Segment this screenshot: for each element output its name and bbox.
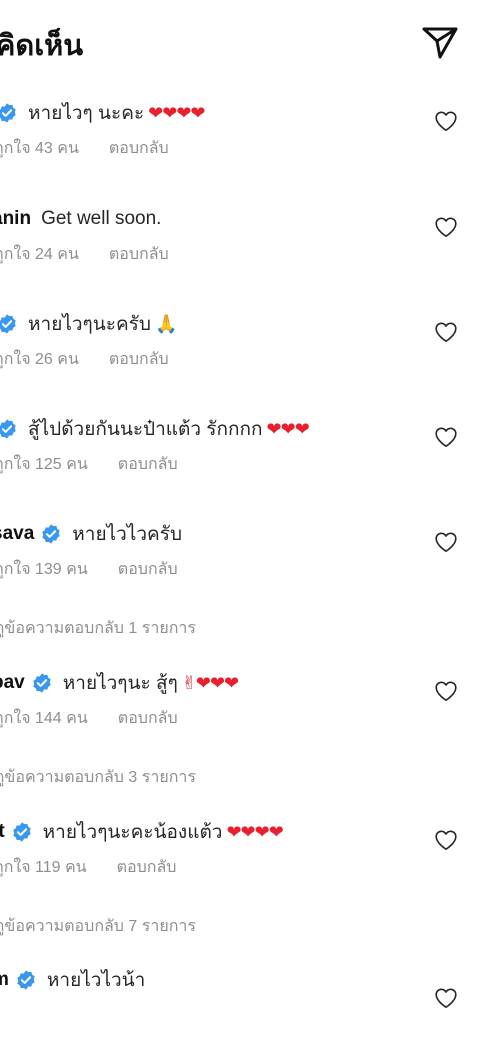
- comment-item: anin Get well soon. ถูกใจ 24 คน ตอบกลับ: [0, 204, 483, 284]
- comment-line: หายไวๆนะครับ 🙏: [0, 309, 177, 339]
- verified-badge-icon: [0, 418, 18, 440]
- like-heart-icon[interactable]: [434, 426, 458, 448]
- comments-header: คิดเห็น: [0, 0, 483, 86]
- comment-text: สู้ไปด้วยกันนะป๋าแต้ว รักกกก: [28, 419, 263, 440]
- comment-item: m หายไวไวน้า: [0, 965, 483, 1045]
- like-count[interactable]: ถูกใจ 119 คน: [0, 855, 87, 880]
- verified-badge-icon: [15, 969, 37, 991]
- comment-username[interactable]: anin: [0, 208, 31, 230]
- comment-emoji: ❤❤❤❤: [148, 102, 205, 124]
- comment-item: sava หายไวไวครับถูกใจ 139 คน ตอบกลับ: [0, 519, 483, 599]
- comment-emoji: ❤❤❤❤: [226, 821, 283, 843]
- like-heart-icon[interactable]: [434, 216, 458, 238]
- comment-meta: ถูกใจ 24 คน ตอบกลับ: [0, 242, 169, 267]
- comment-emoji: 🙏: [154, 313, 177, 335]
- comment-username[interactable]: sava: [0, 523, 34, 545]
- comment-item: pav หายไวๆนะ สู้ๆ✌❤❤❤ ถูกใจ 144 คน ตอบกลับ: [0, 668, 483, 748]
- comment-text: หายไวไวน้า: [46, 970, 146, 991]
- like-heart-icon[interactable]: [434, 987, 458, 1009]
- comment-text: หายไวๆนะ สู้ๆ: [62, 673, 178, 694]
- like-count[interactable]: ถูกใจ 144 คน: [0, 706, 88, 731]
- verified-badge-icon: [0, 313, 18, 335]
- view-replies-link[interactable]: ดูข้อความตอบกลับ 1 รายการ: [0, 616, 196, 641]
- comment-text: Get well soon.: [41, 208, 162, 229]
- comment-text: หายไวๆนะครับ: [28, 314, 151, 335]
- comment-item: tt หายไวๆนะคะน้องแต้ว❤❤❤❤ ถูกใจ 119 คน ตอบก…: [0, 817, 483, 897]
- like-count[interactable]: ถูกใจ 26 คน: [0, 347, 79, 372]
- comment-text: หายไวๆนะคะน้องแต้ว: [42, 822, 223, 843]
- verified-badge-icon: [11, 821, 33, 843]
- comment-emoji: ✌❤❤❤: [181, 672, 239, 694]
- like-heart-icon[interactable]: [434, 680, 458, 702]
- comment-meta: ถูกใจ 43 คน ตอบกลับ: [0, 136, 169, 161]
- like-count[interactable]: ถูกใจ 24 คน: [0, 242, 79, 267]
- comment-line: หายไวๆ นะคะ ❤❤❤❤: [0, 98, 205, 128]
- like-count[interactable]: ถูกใจ 125 คน: [0, 452, 88, 477]
- comment-meta: ถูกใจ 139 คน ตอบกลับ: [0, 557, 178, 582]
- comment-line: tt หายไวๆนะคะน้องแต้ว❤❤❤❤: [0, 817, 284, 847]
- comment-item: หายไวๆ นะคะ ❤❤❤❤ ถูกใจ 43 คน ตอบกลับ: [0, 98, 483, 178]
- page-title: คิดเห็น: [0, 30, 84, 62]
- comment-meta: ถูกใจ 26 คน ตอบกลับ: [0, 347, 169, 372]
- comment-line: sava หายไวไวครับ: [0, 519, 182, 549]
- comment-text: หายไวไวครับ: [72, 524, 183, 545]
- reply-button[interactable]: ตอบกลับ: [118, 557, 178, 582]
- paper-plane-icon[interactable]: [420, 22, 460, 62]
- comment-meta: ถูกใจ 144 คน ตอบกลับ: [0, 706, 178, 731]
- comment-line: anin Get well soon.: [0, 204, 161, 234]
- like-heart-icon[interactable]: [434, 829, 458, 851]
- verified-badge-icon: [31, 672, 53, 694]
- reply-button[interactable]: ตอบกลับ: [109, 347, 169, 372]
- comment-line: pav หายไวๆนะ สู้ๆ✌❤❤❤: [0, 668, 239, 698]
- comment-meta: ถูกใจ 119 คน ตอบกลับ: [0, 855, 176, 880]
- comment-meta: ถูกใจ 125 คน ตอบกลับ: [0, 452, 178, 477]
- comment-username[interactable]: tt: [0, 821, 5, 843]
- like-heart-icon[interactable]: [434, 321, 458, 343]
- comment-item: สู้ไปด้วยกันนะป๋าแต้ว รักกกก ❤❤❤ ถูกใจ 125…: [0, 414, 483, 494]
- reply-button[interactable]: ตอบกลับ: [109, 242, 169, 267]
- verified-badge-icon: [0, 102, 18, 124]
- reply-button[interactable]: ตอบกลับ: [117, 855, 177, 880]
- comment-line: m หายไวไวน้า: [0, 965, 145, 995]
- reply-button[interactable]: ตอบกลับ: [118, 706, 178, 731]
- like-count[interactable]: ถูกใจ 43 คน: [0, 136, 79, 161]
- view-replies-link[interactable]: ดูข้อความตอบกลับ 3 รายการ: [0, 765, 196, 790]
- view-replies-link[interactable]: ดูข้อความตอบกลับ 7 รายการ: [0, 914, 196, 939]
- reply-button[interactable]: ตอบกลับ: [109, 136, 169, 161]
- like-heart-icon[interactable]: [434, 110, 458, 132]
- comment-emoji: ❤❤❤: [266, 418, 310, 440]
- comment-text: หายไวๆ นะคะ: [28, 103, 145, 124]
- like-heart-icon[interactable]: [434, 531, 458, 553]
- reply-button[interactable]: ตอบกลับ: [118, 452, 178, 477]
- verified-badge-icon: [40, 523, 62, 545]
- comment-line: สู้ไปด้วยกันนะป๋าแต้ว รักกกก ❤❤❤: [0, 414, 310, 444]
- like-count[interactable]: ถูกใจ 139 คน: [0, 557, 88, 582]
- comment-username[interactable]: pav: [0, 672, 25, 694]
- comment-item: หายไวๆนะครับ 🙏 ถูกใจ 26 คน ตอบกลับ: [0, 309, 483, 389]
- comment-username[interactable]: m: [0, 969, 9, 991]
